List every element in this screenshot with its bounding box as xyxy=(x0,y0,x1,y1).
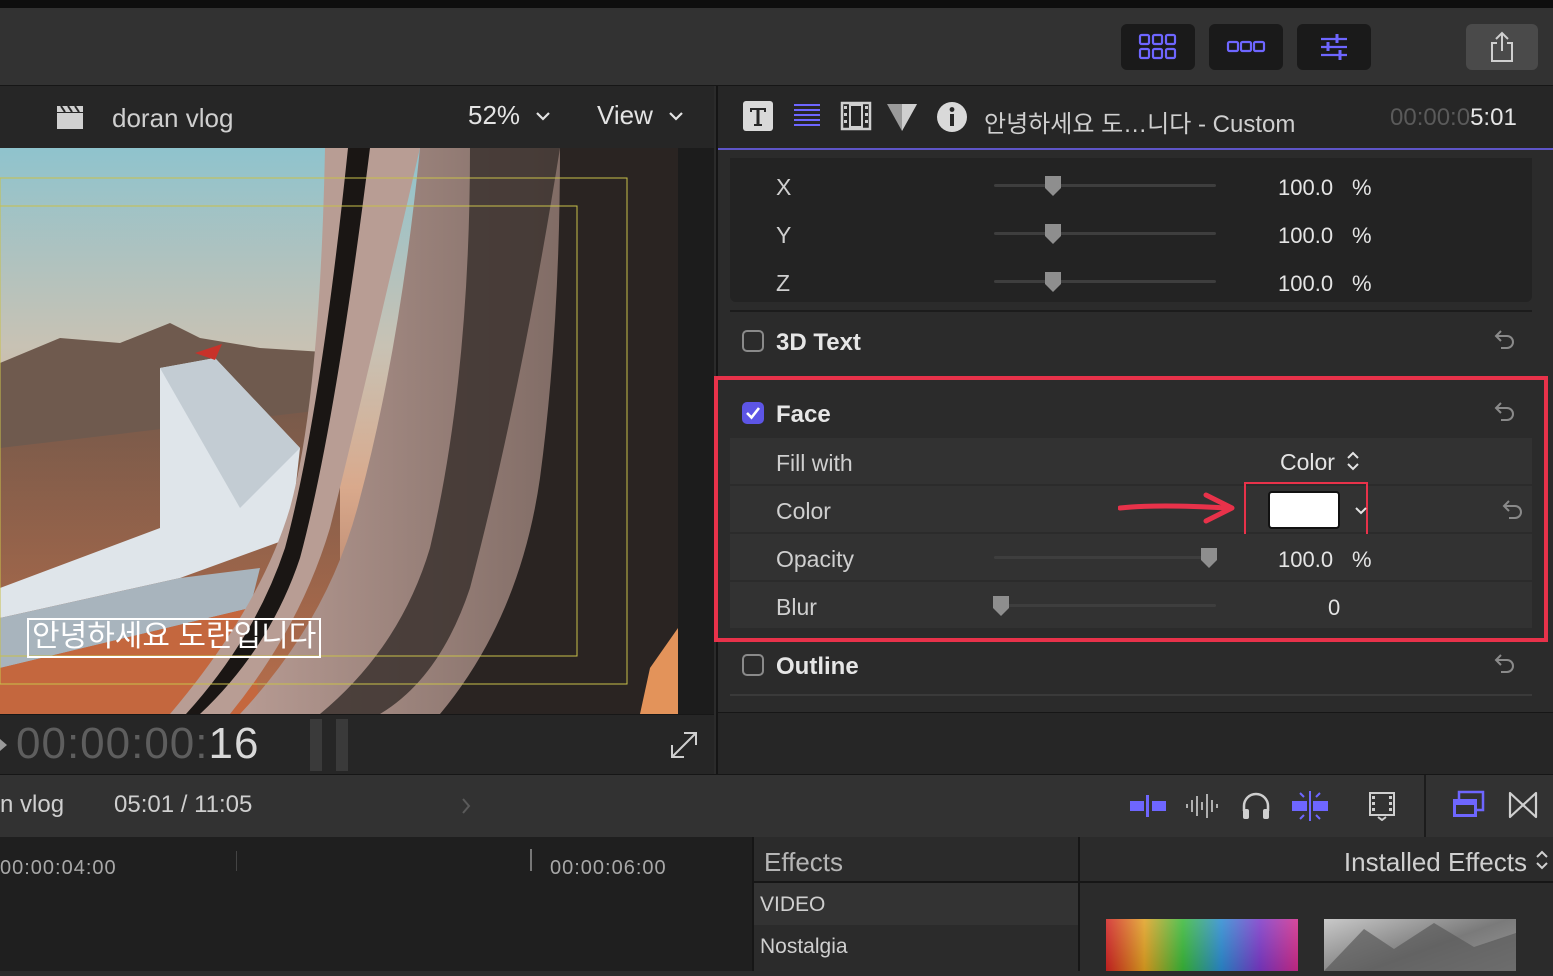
filmstrip-icon[interactable] xyxy=(1368,791,1396,821)
audio-waveform-icon[interactable] xyxy=(1184,791,1220,821)
divider xyxy=(1078,837,1080,881)
browser-icon xyxy=(1138,33,1177,60)
scale-y-value[interactable]: 100.0 xyxy=(1278,223,1333,249)
browser-button[interactable] xyxy=(1121,24,1195,70)
share-icon xyxy=(1491,31,1513,62)
ruler-tick-label: 00:00:04:00 xyxy=(0,857,117,879)
clapper-icon xyxy=(57,105,83,129)
view-label: View xyxy=(597,100,653,130)
timeline-toolbar: n vlog 05:01 / 11:05 xyxy=(0,774,1553,838)
effects-title: Effects xyxy=(764,847,844,877)
divider xyxy=(730,694,1532,696)
outline-checkbox[interactable] xyxy=(742,654,764,676)
timeline-button[interactable] xyxy=(1209,24,1283,70)
timeline-ruler[interactable]: 00:00:04:00 00:00:06:00 xyxy=(0,837,752,971)
slider-thumb[interactable] xyxy=(1044,175,1062,197)
fullscreen-icon[interactable] xyxy=(670,731,698,759)
info-tab-icon[interactable] xyxy=(936,101,968,133)
filter-tab-icon[interactable] xyxy=(886,102,918,132)
inspector-timecode: 00:00:05:01 xyxy=(1390,104,1517,131)
snapping-icon[interactable] xyxy=(1290,789,1330,823)
text-tab-icon[interactable] xyxy=(742,100,774,132)
paragraph-tab-icon[interactable] xyxy=(792,102,822,130)
ruler-tick xyxy=(530,849,532,871)
viewer-timecode: 00:00:00:16 xyxy=(16,719,260,768)
divider xyxy=(1078,883,1080,971)
mountain-thumbnail xyxy=(1324,923,1516,971)
slider-thumb[interactable] xyxy=(1044,271,1062,293)
zoom-value: 52% xyxy=(468,100,521,130)
chevron-down-icon xyxy=(536,112,550,121)
video-frame: 안녕하세요 도란입니다 xyxy=(0,148,678,714)
inspector-footer xyxy=(718,712,1553,775)
reset-icon[interactable] xyxy=(1492,650,1518,676)
timeline-icon xyxy=(1226,40,1266,53)
effects-browser: Effects Installed Effects VIDEO Nostalgi… xyxy=(752,837,1553,971)
audio-meter-left xyxy=(310,719,322,771)
audio-meter-right xyxy=(336,719,348,771)
viewer-canvas[interactable]: 안녕하세요 도란입니다 xyxy=(0,148,714,714)
transitions-browser-icon[interactable] xyxy=(1508,791,1538,819)
slider-thumb[interactable] xyxy=(1044,223,1062,245)
chevron-right-icon[interactable] xyxy=(460,797,472,815)
category-video[interactable]: VIDEO xyxy=(754,883,1078,925)
ruler-tick-label: 00:00:06:00 xyxy=(550,857,667,879)
ruler-tick xyxy=(236,851,237,871)
3d-text-checkbox[interactable] xyxy=(742,330,764,352)
reset-icon[interactable] xyxy=(1492,326,1518,352)
effect-thumbnail-bw[interactable] xyxy=(1324,919,1516,971)
scale-x-slider[interactable] xyxy=(994,184,1216,187)
divider xyxy=(730,310,1532,312)
top-toolbar xyxy=(0,0,1553,86)
headphones-icon[interactable] xyxy=(1240,791,1272,821)
viewer-timecode-bar: 00:00:00:16 xyxy=(0,714,714,775)
timeline-project-name: n vlog xyxy=(0,791,65,818)
effect-thumbnail-color[interactable] xyxy=(1106,919,1298,971)
inspector-button[interactable] xyxy=(1297,24,1371,70)
inspector-header: 안녕하세요 도…니다 - Custom 00:00:05:01 xyxy=(718,86,1553,150)
stepper-icon xyxy=(1536,850,1548,870)
viewer-header: doran vlog 52% View xyxy=(0,86,714,149)
inspector-icon xyxy=(1321,34,1347,60)
project-title: doran vlog xyxy=(112,103,234,133)
category-nostalgia[interactable]: Nostalgia xyxy=(754,927,1078,971)
share-button[interactable] xyxy=(1466,24,1538,70)
outline-title: Outline xyxy=(776,653,859,680)
inspector-panel: 안녕하세요 도…니다 - Custom 00:00:05:01 X 100.0 … xyxy=(714,86,1553,775)
inspector-title: 안녕하세요 도…니다 - Custom xyxy=(984,111,1296,138)
scale-x-value[interactable]: 100.0 xyxy=(1278,175,1333,201)
3d-text-title: 3D Text xyxy=(776,329,861,356)
play-icon[interactable] xyxy=(0,739,8,751)
scale-z-slider[interactable] xyxy=(994,280,1216,283)
scale-y-slider[interactable] xyxy=(994,232,1216,235)
clip-appearance-icon[interactable] xyxy=(1128,791,1168,821)
divider xyxy=(1424,775,1426,837)
scale-z-value[interactable]: 100.0 xyxy=(1278,271,1333,297)
effects-header: Effects Installed Effects xyxy=(754,837,1553,883)
timeline-duration: 05:01 / 11:05 xyxy=(114,791,253,818)
face-highlight-box xyxy=(714,376,1548,642)
video-tab-icon[interactable] xyxy=(840,101,872,131)
title-text-overlay[interactable]: 안녕하세요 도란입니다 xyxy=(27,618,322,658)
effects-browser-icon[interactable] xyxy=(1450,789,1486,821)
chevron-down-icon xyxy=(669,112,683,121)
